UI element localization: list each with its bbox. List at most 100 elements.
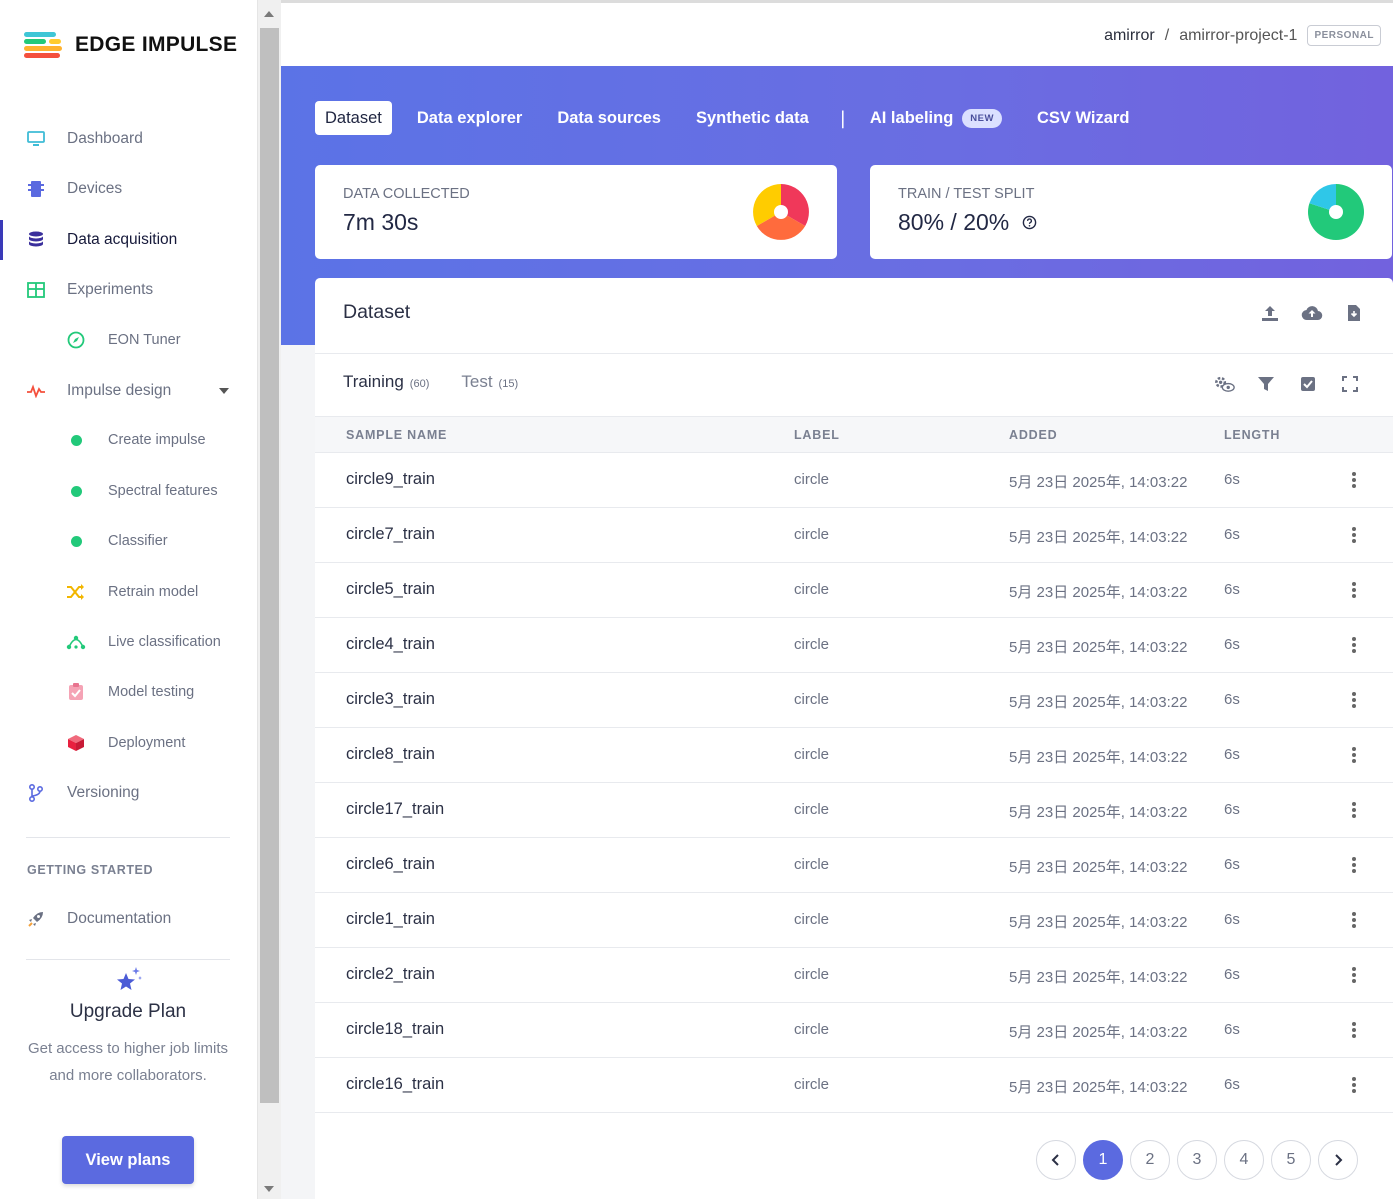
brand-logo[interactable]: EDGE IMPULSE — [24, 30, 237, 60]
sample-name-cell[interactable]: circle5_train — [346, 580, 435, 599]
tab-data-explorer[interactable]: Data explorer — [407, 101, 532, 135]
column-header-length[interactable]: LENGTH — [1224, 428, 1280, 442]
sample-name-cell[interactable]: circle6_train — [346, 855, 435, 874]
checkbox-select-icon[interactable] — [1297, 373, 1319, 395]
sample-name-cell[interactable]: circle1_train — [346, 910, 435, 929]
sidebar-item-live-classification[interactable]: Live classification — [0, 622, 257, 662]
data-collected-label: DATA COLLECTED — [343, 186, 470, 202]
sample-name-cell[interactable]: circle3_train — [346, 690, 435, 709]
sidebar-item-deployment[interactable]: Deployment — [0, 723, 257, 763]
tab-csv-wizard[interactable]: CSV Wizard — [1027, 101, 1139, 135]
breadcrumb-user[interactable]: amirror — [1104, 27, 1155, 45]
more-vertical-icon[interactable] — [1351, 745, 1357, 765]
tab-training[interactable]: Training (60) — [343, 372, 429, 392]
sample-name-cell[interactable]: circle8_train — [346, 745, 435, 764]
more-vertical-icon[interactable] — [1351, 855, 1357, 875]
page-button-2[interactable]: 2 — [1130, 1140, 1170, 1180]
sidebar-item-model-testing[interactable]: Model testing — [0, 672, 257, 712]
page-button-5[interactable]: 5 — [1271, 1140, 1311, 1180]
sidebar-item-dashboard[interactable]: Dashboard — [0, 119, 257, 159]
table-row[interactable]: circle6_train circle 5月 23日 2025年, 14:03:2… — [315, 838, 1393, 893]
added-cell: 5月 23日 2025年, 14:03:22 — [1009, 1024, 1188, 1041]
scrollbar-thumb[interactable] — [260, 28, 279, 1103]
view-plans-button[interactable]: View plans — [62, 1136, 194, 1184]
table-row[interactable]: circle3_train circle 5月 23日 2025年, 14:03:2… — [315, 673, 1393, 728]
tab-synthetic-data[interactable]: Synthetic data — [686, 101, 819, 135]
scroll-down-arrow-icon[interactable] — [264, 1186, 274, 1192]
chevron-left-icon[interactable] — [1036, 1140, 1076, 1180]
dataset-subtabs: Training (60) Test (15) — [343, 372, 550, 392]
breadcrumb-project[interactable]: amirror-project-1 — [1179, 27, 1297, 45]
sample-name-cell[interactable]: circle4_train — [346, 635, 435, 654]
sidebar-item-classifier[interactable]: Classifier — [0, 521, 257, 561]
table-row[interactable]: circle1_train circle 5月 23日 2025年, 14:03:2… — [315, 893, 1393, 948]
tab-ai-labeling[interactable]: AI labeling NEW — [860, 101, 1012, 135]
table-row[interactable]: circle17_train circle 5月 23日 2025年, 14:03:… — [315, 783, 1393, 838]
sample-name-cell[interactable]: circle7_train — [346, 525, 435, 544]
label-cell: circle — [794, 966, 830, 983]
sample-name-cell[interactable]: circle2_train — [346, 965, 435, 984]
table-row[interactable]: circle7_train circle 5月 23日 2025年, 14:03:2… — [315, 508, 1393, 563]
table-row[interactable]: circle9_train circle 5月 23日 2025年, 14:03:2… — [315, 453, 1393, 508]
length-cell: 6s — [1224, 911, 1240, 928]
sample-name-cell[interactable]: circle16_train — [346, 1075, 444, 1094]
more-vertical-icon[interactable] — [1351, 800, 1357, 820]
sidebar-item-create-impulse[interactable]: Create impulse — [0, 420, 257, 460]
page-button-4[interactable]: 4 — [1224, 1140, 1264, 1180]
page-button-3[interactable]: 3 — [1177, 1140, 1217, 1180]
upload-icon[interactable] — [1259, 302, 1281, 324]
sample-name-cell[interactable]: circle9_train — [346, 470, 435, 489]
scroll-up-arrow-icon[interactable] — [264, 11, 274, 17]
data-collected-card: DATA COLLECTED 7m 30s — [315, 165, 837, 259]
more-vertical-icon[interactable] — [1351, 1075, 1357, 1095]
more-vertical-icon[interactable] — [1351, 1020, 1357, 1040]
sidebar-item-retrain-model[interactable]: Retrain model — [0, 572, 257, 612]
chevron-down-icon[interactable] — [219, 388, 229, 394]
tab-test[interactable]: Test (15) — [461, 372, 518, 392]
fullscreen-icon[interactable] — [1339, 373, 1361, 395]
column-header-added[interactable]: ADDED — [1009, 428, 1057, 442]
sample-name-cell[interactable]: circle18_train — [346, 1020, 444, 1039]
more-vertical-icon[interactable] — [1351, 690, 1357, 710]
sidebar-item-impulse-design[interactable]: Impulse design — [0, 371, 257, 411]
cloud-upload-icon[interactable] — [1301, 302, 1323, 324]
dataset-actions — [1239, 302, 1365, 324]
download-file-icon[interactable] — [1343, 302, 1365, 324]
table-row[interactable]: circle5_train circle 5月 23日 2025年, 14:03:2… — [315, 563, 1393, 618]
more-vertical-icon[interactable] — [1351, 580, 1357, 600]
table-row[interactable]: circle2_train circle 5月 23日 2025年, 14:03:2… — [315, 948, 1393, 1003]
status-dot-icon — [66, 481, 86, 501]
sidebar-item-documentation[interactable]: Documentation — [0, 899, 257, 939]
brand-name: EDGE IMPULSE — [75, 33, 238, 56]
length-cell: 6s — [1224, 636, 1240, 653]
sidebar-item-label: Experiments — [67, 281, 154, 298]
table-row[interactable]: circle16_train circle 5月 23日 2025年, 14:03:… — [315, 1058, 1393, 1113]
sidebar-item-versioning[interactable]: Versioning — [0, 773, 257, 813]
filter-icon[interactable] — [1255, 373, 1277, 395]
sidebar-item-devices[interactable]: Devices — [0, 169, 257, 209]
table-row[interactable]: circle18_train circle 5月 23日 2025年, 14:03:… — [315, 1003, 1393, 1058]
more-vertical-icon[interactable] — [1351, 470, 1357, 490]
settings-view-icon[interactable] — [1213, 373, 1235, 395]
sidebar-scrollbar[interactable] — [257, 0, 281, 1199]
sidebar-item-experiments[interactable]: Experiments — [0, 270, 257, 310]
sample-name-cell[interactable]: circle17_train — [346, 800, 444, 819]
sidebar-item-data-acquisition[interactable]: Data acquisition — [0, 220, 257, 260]
column-header-label[interactable]: LABEL — [794, 428, 840, 442]
sidebar-item-spectral-features[interactable]: Spectral features — [0, 471, 257, 511]
more-vertical-icon[interactable] — [1351, 965, 1357, 985]
tab-dataset[interactable]: Dataset — [315, 101, 392, 135]
table-row[interactable]: circle8_train circle 5月 23日 2025年, 14:03:2… — [315, 728, 1393, 783]
more-vertical-icon[interactable] — [1351, 635, 1357, 655]
column-header-sample-name[interactable]: SAMPLE NAME — [346, 428, 447, 442]
label-cell: circle — [794, 746, 830, 763]
table-row[interactable]: circle4_train circle 5月 23日 2025年, 14:03:2… — [315, 618, 1393, 673]
page-button-1[interactable]: 1 — [1083, 1140, 1123, 1180]
more-vertical-icon[interactable] — [1351, 525, 1357, 545]
help-circle-icon[interactable] — [1022, 215, 1037, 230]
label-cell: circle — [794, 911, 830, 928]
chevron-right-icon[interactable] — [1318, 1140, 1358, 1180]
more-vertical-icon[interactable] — [1351, 910, 1357, 930]
tab-data-sources[interactable]: Data sources — [547, 101, 671, 135]
sidebar-item-eon-tuner[interactable]: EON Tuner — [0, 320, 257, 360]
